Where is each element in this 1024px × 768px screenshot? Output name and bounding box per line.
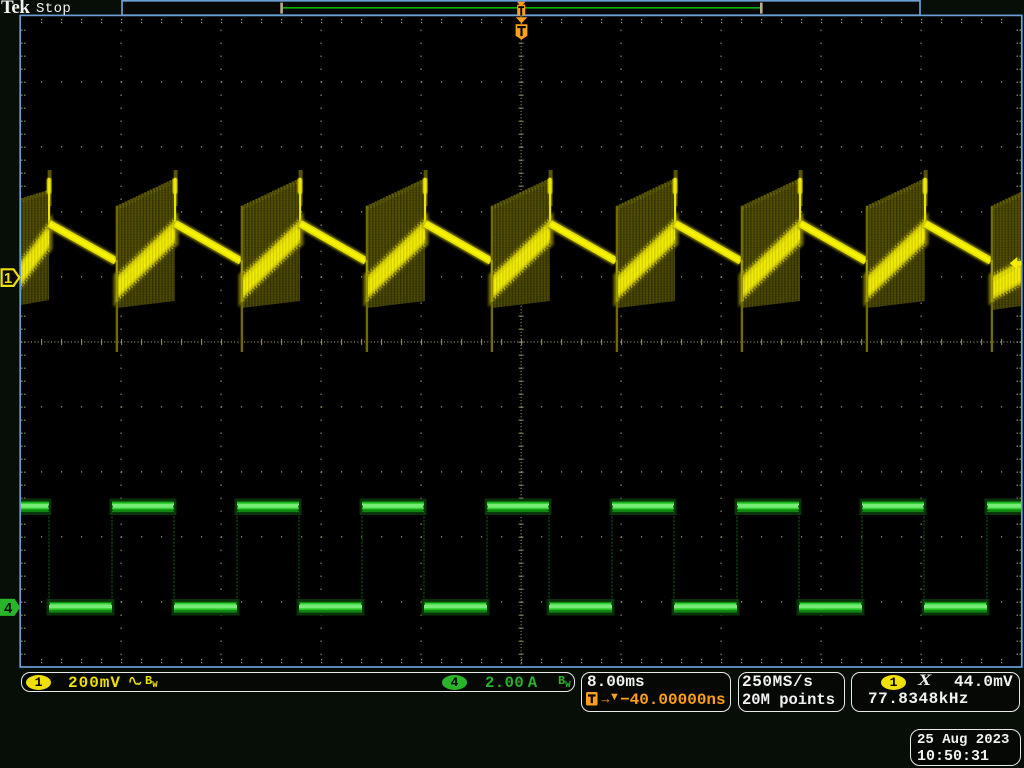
svg-text:1: 1 bbox=[4, 271, 12, 287]
svg-text:4: 4 bbox=[4, 601, 12, 617]
